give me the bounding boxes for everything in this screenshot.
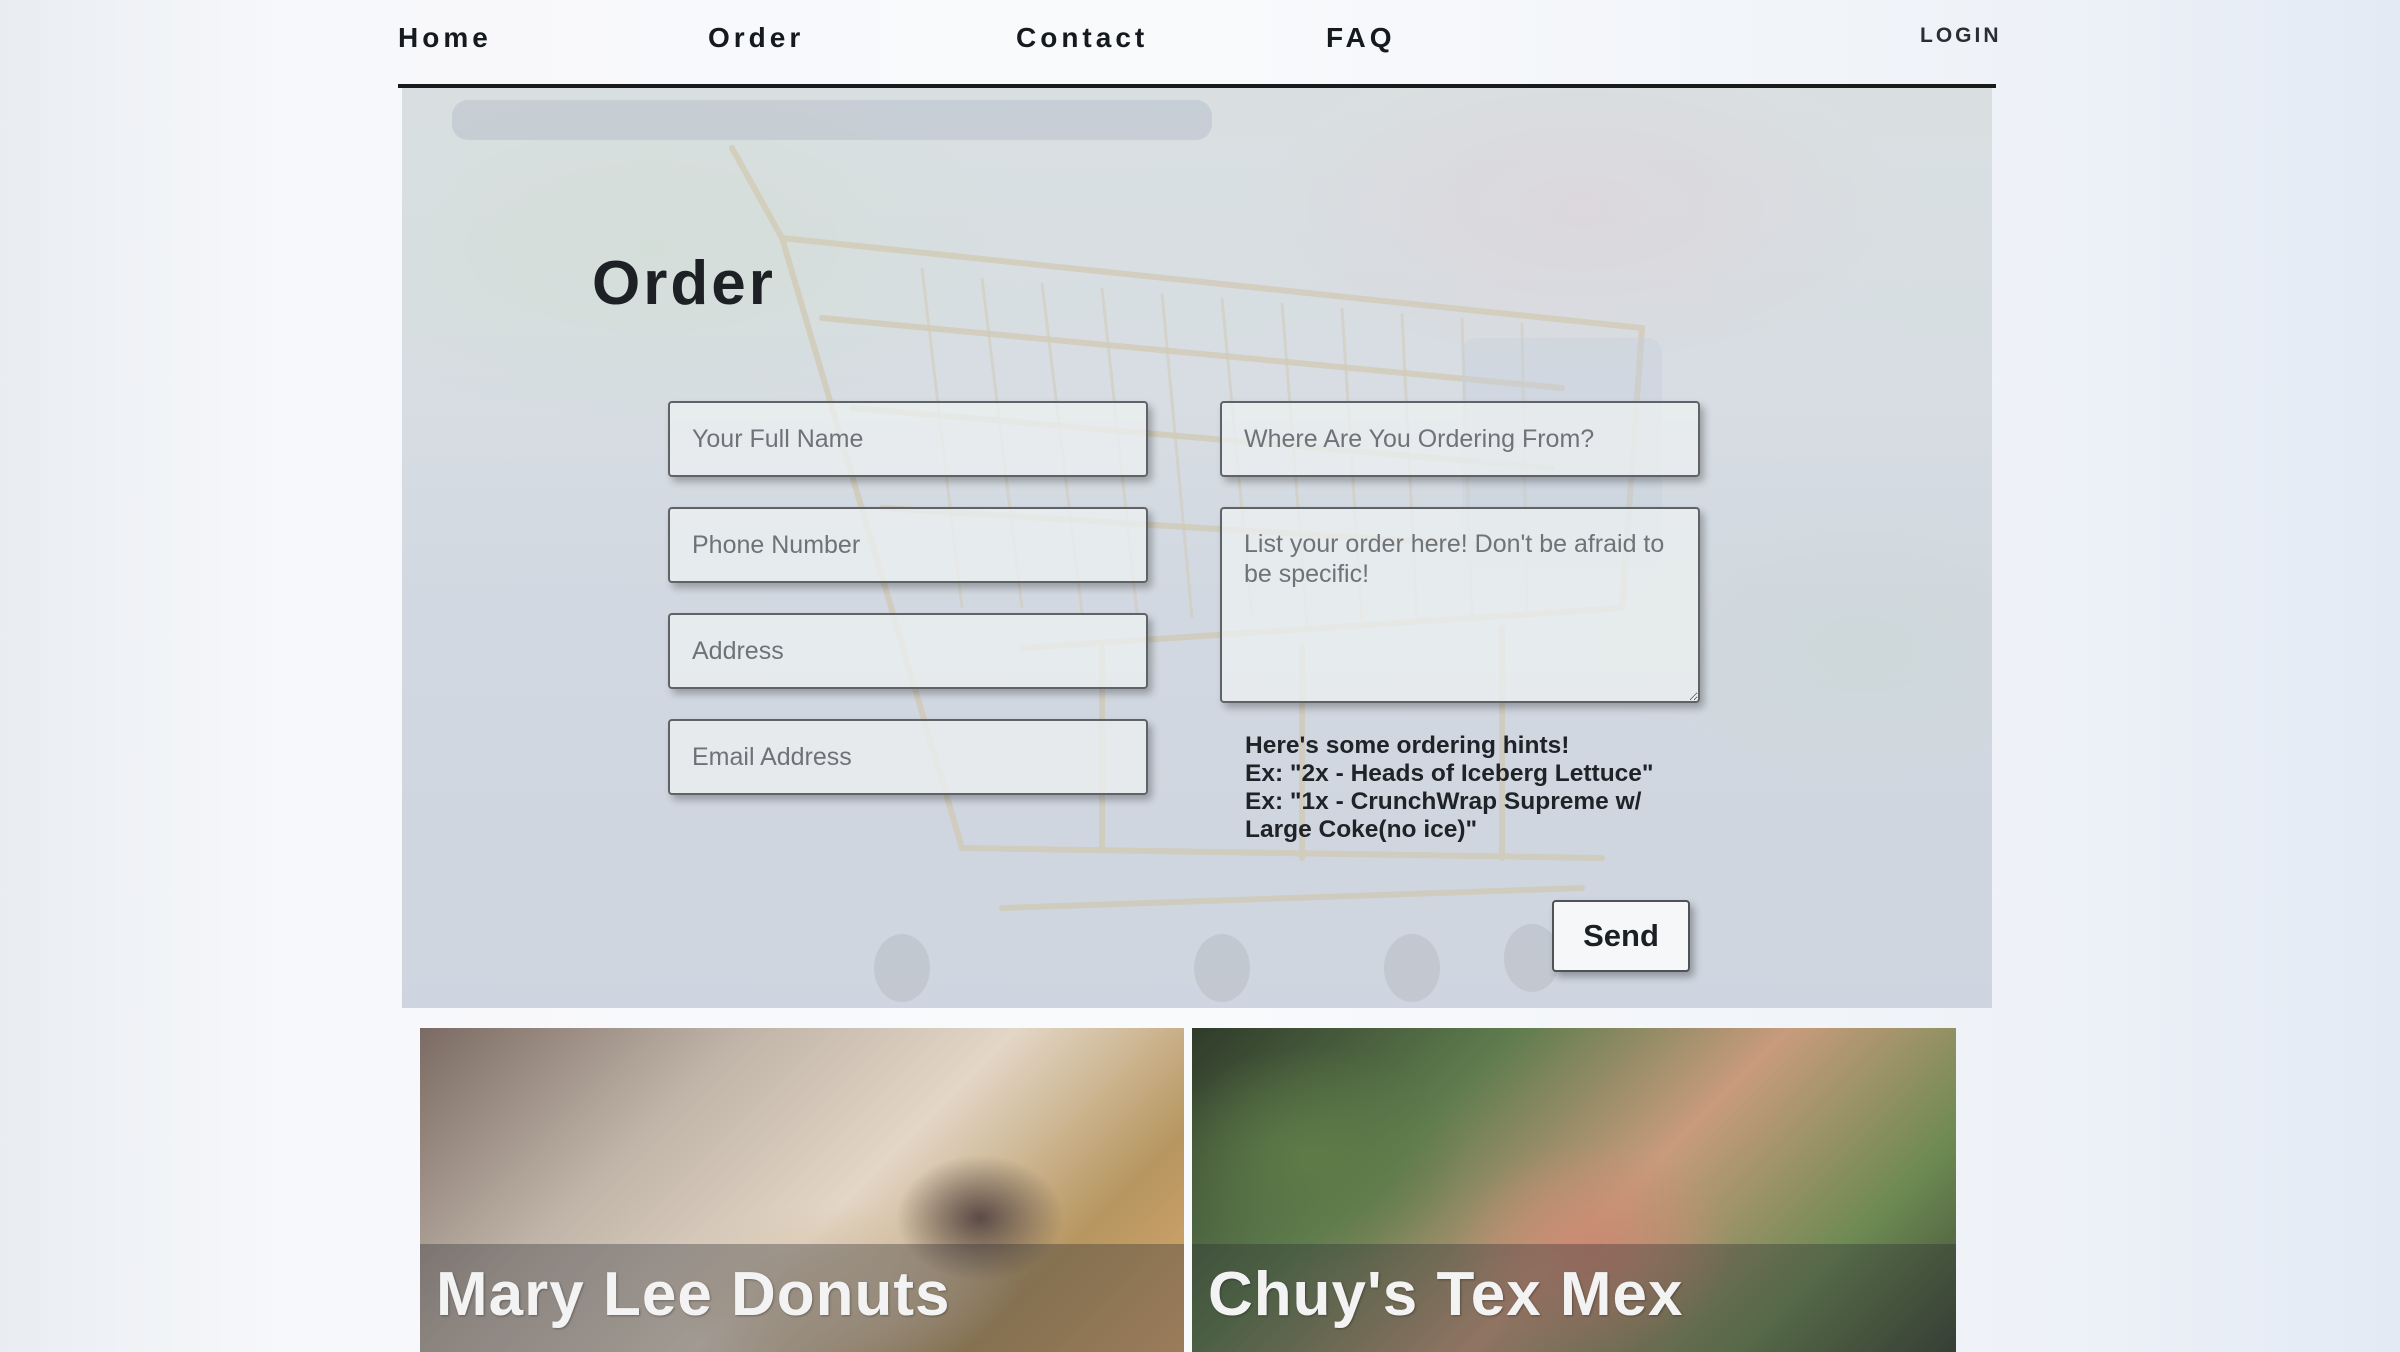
top-navigation: Home Order Contact FAQ LOGIN bbox=[398, 0, 1999, 88]
ordering-from-input[interactable] bbox=[1220, 401, 1700, 477]
hero-overlay bbox=[402, 88, 1992, 1008]
ordering-hints: Here's some ordering hints! Ex: "2x - He… bbox=[1245, 732, 1675, 844]
hint-line: Large Coke(no ice)" bbox=[1245, 816, 1478, 843]
restaurant-card-mary-lee-donuts[interactable]: Mary Lee Donuts bbox=[420, 1028, 1184, 1352]
restaurant-card-chuys-tex-mex[interactable]: Chuy's Tex Mex bbox=[1192, 1028, 1956, 1352]
phone-number-input[interactable] bbox=[668, 507, 1148, 583]
email-input[interactable] bbox=[668, 719, 1148, 795]
nav-home-link[interactable]: Home bbox=[398, 22, 492, 54]
nav-order-link[interactable]: Order bbox=[708, 22, 804, 54]
hint-line: Ex: "2x - Heads of Iceberg Lettuce" bbox=[1245, 760, 1654, 787]
send-button[interactable]: Send bbox=[1552, 900, 1690, 972]
order-section: Order Here's some ordering hints! Ex: "2… bbox=[402, 88, 1992, 1008]
card-title: Chuy's Tex Mex bbox=[1208, 1260, 1684, 1329]
full-name-input[interactable] bbox=[668, 401, 1148, 477]
page-title: Order bbox=[592, 249, 776, 318]
hint-line: Here's some ordering hints! bbox=[1245, 732, 1570, 759]
nav-faq-link[interactable]: FAQ bbox=[1326, 22, 1396, 54]
order-list-textarea[interactable] bbox=[1220, 507, 1700, 703]
login-link[interactable]: LOGIN bbox=[1920, 24, 2002, 48]
address-input[interactable] bbox=[668, 613, 1148, 689]
nav-contact-link[interactable]: Contact bbox=[1016, 22, 1148, 54]
card-title: Mary Lee Donuts bbox=[436, 1260, 951, 1329]
hint-line: Ex: "1x - CrunchWrap Supreme w/ bbox=[1245, 788, 1642, 815]
